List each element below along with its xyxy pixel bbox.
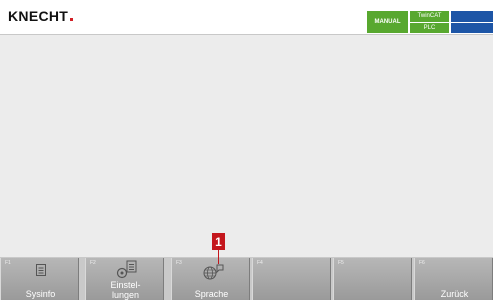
status-plc-label: PLC [423, 25, 436, 31]
logo-text: KNECHT [8, 8, 69, 24]
callout-number: 1 [215, 234, 222, 249]
fkey-number: F4 [257, 260, 263, 266]
status-twincat-plc: TwinCAT PLC [410, 11, 449, 33]
f4-button[interactable]: F4 [252, 258, 331, 300]
fkey-number: F6 [419, 260, 425, 266]
fkey-label: Zurück [440, 289, 469, 299]
status-divider [451, 22, 493, 23]
fkey-label-line2: lungen [111, 290, 140, 300]
function-key-bar: F1 Sysinfo F2 Einstel- lungen F3 Sprache… [0, 257, 493, 300]
fkey-label: Sprache [194, 289, 229, 299]
fkey-number: F5 [338, 260, 344, 266]
fkey-number: F3 [176, 260, 182, 266]
status-mode-label: MANUAL [374, 19, 401, 25]
status-indicator-blue [451, 11, 493, 33]
language-icon [203, 264, 224, 280]
top-bar: KNECHT MANUAL TwinCAT PLC [0, 0, 493, 35]
main-content-area [0, 35, 493, 257]
callout-leader-line [218, 250, 219, 264]
f6-back-button[interactable]: F6 Zurück [414, 258, 493, 300]
status-twincat-label: TwinCAT [417, 13, 442, 19]
f3-language-button[interactable]: F3 Sprache [171, 258, 250, 300]
knecht-logo: KNECHT [8, 8, 74, 24]
status-mode-manual: MANUAL [367, 11, 408, 33]
sysinfo-icon [36, 264, 46, 276]
fkey-label: Sysinfo [25, 289, 56, 299]
f2-settings-button[interactable]: F2 Einstel- lungen [85, 258, 164, 300]
f1-sysinfo-button[interactable]: F1 Sysinfo [0, 258, 79, 300]
fkey-number: F1 [5, 260, 11, 266]
callout-badge: 1 [212, 233, 225, 250]
f5-button[interactable]: F5 [333, 258, 412, 300]
fkey-label-line1: Einstel- [110, 280, 141, 290]
logo-dot-icon [70, 18, 74, 21]
fkey-number: F2 [90, 260, 96, 266]
settings-icon [116, 260, 137, 279]
